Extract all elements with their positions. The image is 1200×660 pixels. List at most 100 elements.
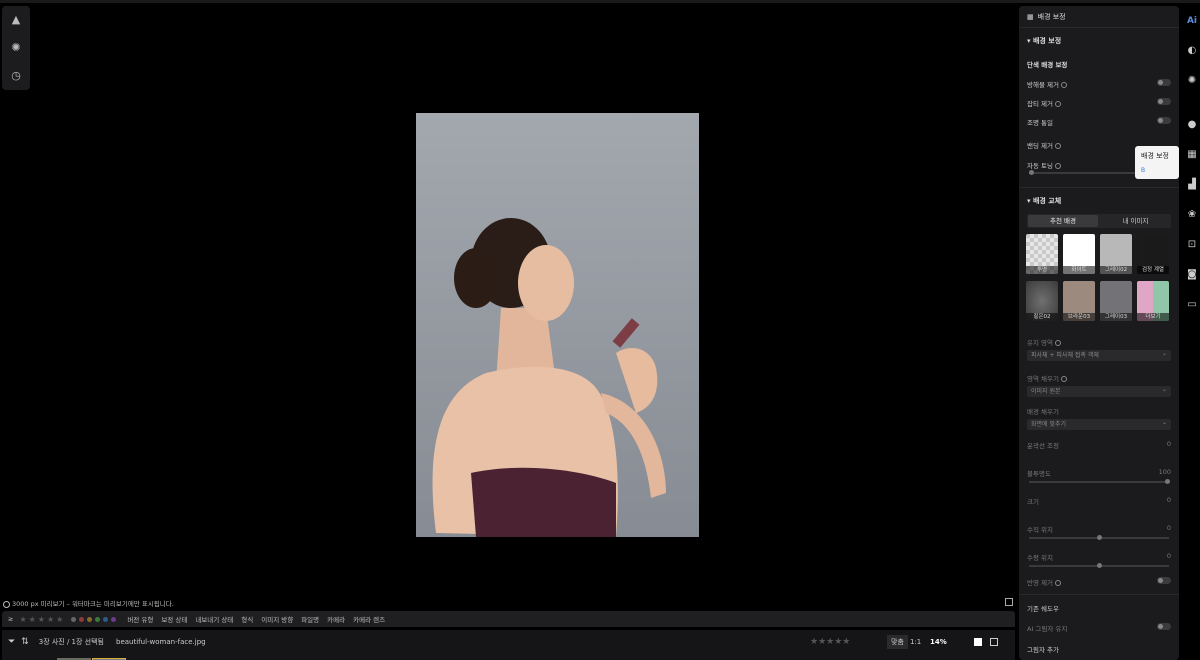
tooltip: 배경 보정 B [1135, 146, 1179, 179]
color-label-dot[interactable] [111, 616, 117, 622]
vpos-slider[interactable] [1029, 535, 1169, 540]
bg-thumb[interactable]: 브라운03 [1063, 281, 1095, 321]
color-label-dot[interactable] [103, 616, 109, 622]
help-icon[interactable] [1055, 143, 1061, 149]
left-toolbar: ▲ ✺ ◷ [2, 6, 30, 90]
hpos-row: 수평 위치 0 [1027, 552, 1171, 562]
size-label: 크기 [1027, 498, 1039, 506]
background-icon[interactable]: ▦ [1186, 148, 1198, 160]
help-icon[interactable] [1060, 376, 1067, 382]
star-icon[interactable]: ★ [29, 615, 36, 624]
folder-icon[interactable]: ▭ [1186, 298, 1198, 310]
bg-thumb-label: 검정 계열 [1137, 266, 1169, 274]
ai-icon[interactable]: Ai [1186, 15, 1198, 27]
section-bg-replace-title[interactable]: ▾ 배경 교체 [1027, 196, 1061, 206]
rating-operator[interactable]: ≥ [8, 615, 13, 623]
toggle-switch[interactable] [1157, 623, 1171, 630]
toggle-switch[interactable] [1157, 117, 1171, 124]
help-icon[interactable] [1060, 82, 1067, 88]
slider-thumb[interactable] [1097, 535, 1102, 540]
clock-icon[interactable]: ◷ [9, 68, 23, 82]
filter-version[interactable]: 버전 유형 [127, 614, 153, 624]
star-icon[interactable]: ★ [38, 615, 45, 624]
filter-orientation[interactable]: 이미지 방향 [261, 614, 293, 624]
mountain-icon[interactable]: ▲ [9, 12, 23, 26]
toggle-switch[interactable] [1157, 577, 1171, 584]
bg-thumb-more[interactable]: 더보기 [1137, 281, 1169, 321]
compare-view-icon[interactable] [990, 638, 998, 646]
toggle-switch[interactable] [1157, 98, 1171, 105]
camera-icon[interactable]: ◙ [1186, 268, 1198, 280]
help-icon[interactable] [1055, 101, 1061, 107]
filter-icon[interactable]: ⏷ [8, 637, 15, 647]
filter-edit-status[interactable]: 보정 상태 [161, 614, 187, 624]
photo-preview[interactable] [416, 113, 699, 537]
help-icon[interactable] [1055, 340, 1061, 346]
opacity-label: 불투명도 [1027, 470, 1051, 478]
status-bar: ⏷ ⇅ 3장 사진 / 1장 선택됨 beautiful-woman-face.… [2, 630, 1015, 654]
fill-select[interactable]: 이미지 원본 [1027, 384, 1171, 397]
filter-export-status[interactable]: 내보내기 상태 [195, 614, 233, 624]
bg-thumb[interactable]: 그레이02 [1100, 234, 1132, 274]
sort-icon[interactable]: ⇅ [21, 637, 29, 647]
ai-shadow-row: AI 그림자 유지 [1027, 623, 1171, 633]
hpos-slider[interactable] [1029, 563, 1169, 568]
bg-thumb[interactable]: 짙은02 [1026, 281, 1058, 321]
bg-thumb[interactable]: 투명 [1026, 234, 1058, 274]
toggle-label: 밴딩 제거 [1027, 142, 1053, 150]
divider [1019, 594, 1179, 595]
bg-thumb[interactable]: 검정 계열 [1137, 234, 1169, 274]
filter-camera[interactable]: 카메라 [327, 614, 345, 624]
tab-recommended[interactable]: 추천 배경 [1028, 215, 1098, 227]
color-label-dot[interactable] [71, 616, 77, 622]
help-icon[interactable] [1055, 163, 1061, 169]
filter-filename[interactable]: 파일명 [301, 614, 319, 624]
bg-thumb-label: 화이트 [1063, 266, 1095, 274]
bg-thumb[interactable]: 그레이03 [1100, 281, 1132, 321]
sun-icon[interactable]: ✺ [1186, 74, 1198, 86]
bg-thumb[interactable]: 화이트 [1063, 234, 1095, 274]
shadow-label: 기존 쉐도우 [1027, 605, 1059, 613]
color-label-dot[interactable] [87, 616, 93, 622]
bg-fill-select[interactable]: 화면에 맞추기 [1027, 417, 1171, 430]
hpos-value: 0 [1166, 552, 1171, 560]
filter-lens[interactable]: 카메라 렌즈 [353, 614, 385, 624]
paw-icon[interactable]: ❀ [1186, 208, 1198, 220]
bg-white-swatch[interactable] [974, 638, 982, 646]
shirt-icon[interactable]: ▟ [1186, 178, 1198, 190]
zoom-1to1-button[interactable]: 1:1 [910, 638, 921, 646]
palette-icon[interactable]: ◐ [1186, 44, 1198, 56]
panel-title: 배경 보정 [1037, 12, 1066, 21]
filter-format[interactable]: 형식 [241, 614, 253, 624]
star-icon[interactable]: ★ [56, 615, 63, 624]
sun-icon[interactable]: ✺ [9, 40, 23, 54]
slider-thumb[interactable] [1029, 170, 1034, 175]
star-icon[interactable]: ★ [19, 615, 26, 624]
rating-stars[interactable]: ★★★★★ [810, 637, 850, 647]
preview-note-text: 3000 px 미리보기 – 워터마크는 미리보기에만 표시됩니다. [12, 600, 174, 608]
portrait-image [416, 113, 699, 537]
color-label-dot[interactable] [95, 616, 101, 622]
keep-area-select[interactable]: 피사체 + 피사체 접촉 객체 [1027, 348, 1171, 361]
help-icon[interactable] [1055, 580, 1061, 586]
section-bg-correction-title[interactable]: ▾ 배경 보정 [1027, 36, 1061, 46]
color-label-dot[interactable] [79, 616, 85, 622]
toggle-label: 방해물 제거 [1027, 81, 1059, 89]
opacity-slider[interactable] [1029, 479, 1170, 484]
image-canvas[interactable]: 3000 px 미리보기 – 워터마크는 미리보기에만 표시됩니다. [0, 3, 1017, 608]
slider-thumb[interactable] [1097, 563, 1102, 568]
crop-icon[interactable]: ⊡ [1186, 238, 1198, 250]
toggle-switch[interactable] [1157, 79, 1171, 86]
zoom-value[interactable]: 14% [930, 638, 947, 646]
right-icon-rail: Ai ◐ ✺ ● ▦ ▟ ❀ ⊡ ◙ ▭ [1182, 6, 1200, 660]
zoom-fit-button[interactable]: 맞춤 [887, 635, 908, 649]
panel-toggle-icon[interactable] [1005, 598, 1013, 606]
toggle-row: 방해물 제거 [1027, 79, 1171, 89]
tab-my-images[interactable]: 내 이미지 [1101, 215, 1170, 227]
reflect-label: 반영 제거 [1027, 579, 1053, 587]
opacity-value: 100 [1158, 468, 1171, 476]
slider-thumb[interactable] [1165, 479, 1170, 484]
star-icon[interactable]: ★ [47, 615, 54, 624]
face-icon[interactable]: ● [1186, 118, 1198, 130]
opacity-row: 불투명도 100 [1027, 468, 1171, 478]
